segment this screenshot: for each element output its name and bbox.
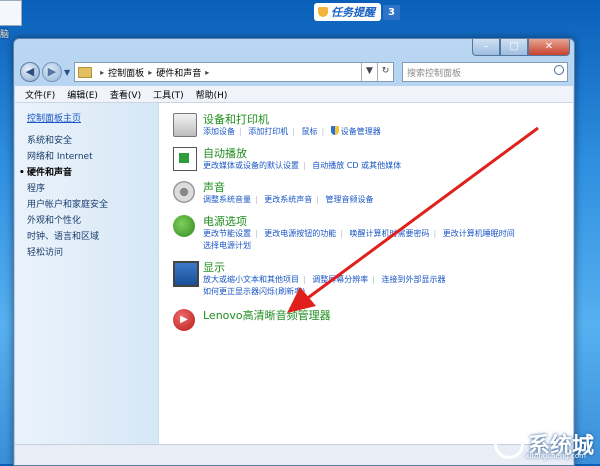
category-title[interactable]: 自动播放 (203, 145, 247, 161)
category-title[interactable]: 设备和打印机 (203, 111, 269, 127)
search-input[interactable]: 搜索控制面板 (402, 62, 568, 82)
link-wake-password[interactable]: 唤醒计算机时需要密码 (350, 229, 430, 238)
printer-icon[interactable] (173, 113, 197, 137)
menu-view[interactable]: 查看(V) (110, 88, 141, 101)
refresh-icon[interactable]: ↻ (377, 63, 393, 81)
watermark-url: xitongcheng.com (525, 452, 586, 460)
sidebar-item-hardware-sound[interactable]: 硬件和声音 (19, 165, 108, 181)
address-dropdown-icon[interactable]: ▼ (361, 63, 377, 81)
sidebar-item-network[interactable]: 网络和 Internet (27, 149, 108, 165)
category-title[interactable]: 电源选项 (203, 213, 247, 229)
status-bar (15, 444, 573, 465)
task-reminder-count: 3 (383, 4, 400, 20)
category-title[interactable]: Lenovo高清晰音频管理器 (203, 307, 331, 323)
close-button[interactable]: ✕ (528, 39, 570, 56)
sidebar-item-user-accounts[interactable]: 用户帐户和家庭安全 (27, 197, 108, 213)
link-text-size[interactable]: 放大或缩小文本和其他项目 (203, 275, 299, 284)
sidebar-item-system-security[interactable]: 系统和安全 (27, 133, 108, 149)
category-title[interactable]: 声音 (203, 179, 225, 195)
control-panel-icon (78, 66, 93, 78)
link-external-display[interactable]: 连接到外部显示器 (382, 275, 446, 284)
link-change-media-defaults[interactable]: 更改媒体或设备的默认设置 (203, 161, 299, 170)
menu-edit[interactable]: 编辑(E) (67, 88, 98, 101)
sidebar-item-appearance[interactable]: 外观和个性化 (27, 213, 108, 229)
display-icon[interactable] (173, 261, 199, 287)
control-panel-home-link[interactable]: 控制面板主页 (27, 111, 81, 124)
search-placeholder: 搜索控制面板 (407, 68, 462, 79)
site-watermark: 系统城 xitongcheng.com (493, 428, 594, 460)
menu-help[interactable]: 帮助(H) (196, 88, 228, 101)
speaker-icon[interactable] (173, 181, 195, 203)
link-power-button[interactable]: 更改电源按钮的功能 (264, 229, 336, 238)
link-manage-audio-devices[interactable]: 管理音频设备 (326, 195, 374, 204)
sidebar-item-ease-of-access[interactable]: 轻松访问 (27, 245, 108, 261)
content-area: 控制面板主页 系统和安全 网络和 Internet 硬件和声音 程序 用户帐户和… (15, 103, 573, 445)
search-icon[interactable] (554, 65, 564, 75)
task-reminder-label: 任务提醒 (331, 6, 375, 19)
link-refresh-rate[interactable]: 如何更正显示器闪烁(刷新率) (203, 287, 305, 296)
link-power-saving[interactable]: 更改节能设置 (203, 229, 251, 238)
navigation-bar: ◀ ▶ ▼ ▸ 控制面板 ▸ 硬件和声音 ▸ ▼ ↻ 搜索控制面板 (20, 61, 568, 83)
reminder-icon (318, 7, 328, 17)
link-change-sounds[interactable]: 更改系统声音 (264, 195, 312, 204)
control-panel-window: – □ ✕ ◀ ▶ ▼ ▸ 控制面板 ▸ 硬件和声音 ▸ ▼ ↻ 搜索控制面板 … (13, 38, 575, 466)
lenovo-audio-icon[interactable]: ▶ (173, 309, 195, 331)
breadcrumb-chevron-icon[interactable]: ▸ (205, 68, 209, 77)
desktop-icon-label: 脑 (0, 30, 10, 40)
link-adjust-volume[interactable]: 调整系统音量 (203, 195, 251, 204)
sidebar: 控制面板主页 系统和安全 网络和 Internet 硬件和声音 程序 用户帐户和… (15, 103, 159, 445)
menu-file[interactable]: 文件(F) (25, 88, 55, 101)
power-icon[interactable] (173, 215, 195, 237)
admin-shield-icon (330, 126, 339, 135)
autoplay-icon[interactable] (173, 147, 197, 171)
forward-button[interactable]: ▶ (42, 62, 62, 82)
link-add-device[interactable]: 添加设备 (203, 127, 235, 136)
link-autoplay-cd[interactable]: 自动播放 CD 或其他媒体 (312, 161, 401, 170)
breadcrumb-control-panel[interactable]: 控制面板 (108, 66, 144, 79)
breadcrumb-hardware-sound[interactable]: 硬件和声音 (156, 66, 201, 79)
sidebar-item-programs[interactable]: 程序 (27, 181, 108, 197)
task-reminder-badge[interactable]: 任务提醒 3 (314, 3, 400, 21)
sidebar-item-clock-region[interactable]: 时钟、语言和区域 (27, 229, 108, 245)
link-sleep-time[interactable]: 更改计算机睡眠时间 (443, 229, 515, 238)
recent-pages-chevron-icon[interactable]: ▼ (64, 68, 70, 77)
caption-buttons: – □ ✕ (472, 39, 570, 56)
address-bar[interactable]: ▸ 控制面板 ▸ 硬件和声音 ▸ ▼ ↻ (74, 62, 394, 82)
breadcrumb-chevron-icon[interactable]: ▸ (100, 68, 104, 77)
site-logo-icon (493, 429, 524, 459)
link-power-plan[interactable]: 选择电源计划 (203, 241, 251, 250)
menu-tools[interactable]: 工具(T) (153, 88, 184, 101)
menu-bar: 文件(F) 编辑(E) 查看(V) 工具(T) 帮助(H) (15, 86, 573, 103)
back-button[interactable]: ◀ (20, 62, 40, 82)
link-device-manager[interactable]: 设备管理器 (341, 127, 381, 136)
link-mouse[interactable]: 鼠标 (302, 127, 318, 136)
link-add-printer[interactable]: 添加打印机 (248, 127, 288, 136)
breadcrumb-chevron-icon[interactable]: ▸ (148, 68, 152, 77)
category-title[interactable]: 显示 (203, 259, 225, 275)
maximize-button[interactable]: □ (500, 39, 528, 56)
minimize-button[interactable]: – (472, 39, 500, 56)
link-screen-resolution[interactable]: 调整屏幕分辨率 (312, 275, 368, 284)
desktop-file-icon[interactable] (0, 0, 22, 26)
sidebar-list: 系统和安全 网络和 Internet 硬件和声音 程序 用户帐户和家庭安全 外观… (19, 133, 108, 261)
